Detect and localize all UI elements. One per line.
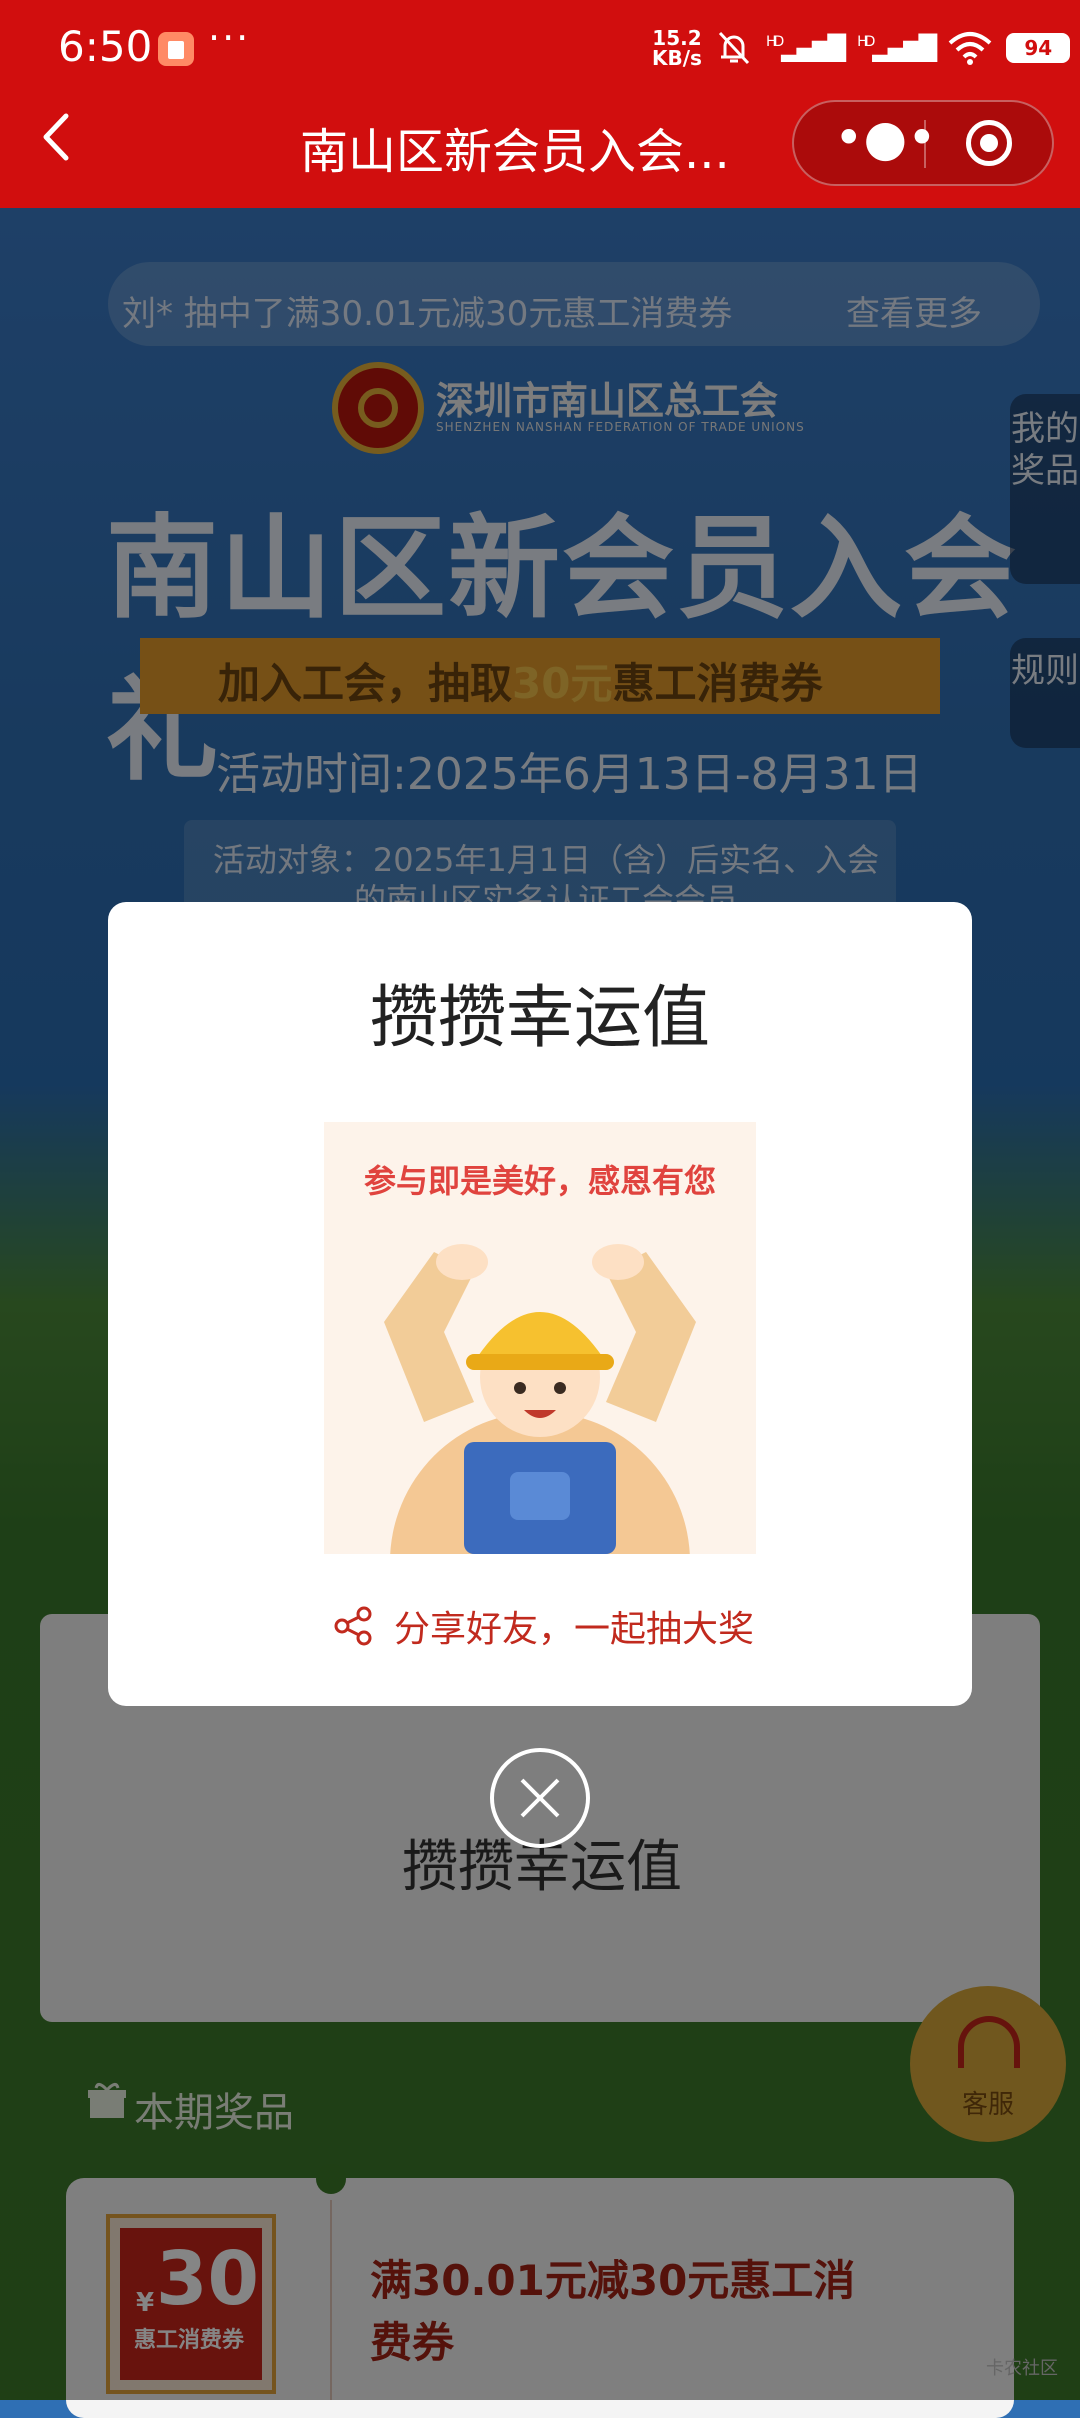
share-text: 分享好友，一起抽大奖 [394,1609,755,1650]
signal-label: HD [765,34,784,50]
battery-icon: 94 [1006,33,1071,63]
mini-program-capsule: •●• [792,100,1054,186]
net-speed-value: 15.2 [652,26,702,50]
page-title: 南山区新会员入会... [300,124,730,180]
signal-icon: HD▂▄▆█ [765,34,846,62]
close-icon [520,1778,560,1818]
modal-title: 攒攒幸运值 [369,979,710,1058]
signal-icon-2: HD▂▄▆█ [857,34,937,62]
status-icons: 15.2 KB/s HD▂▄▆█ HD▂▄▆█ 94 [652,26,1071,70]
notification-app-icon [158,32,194,66]
illustration-caption: 参与即是美好，感恩有您 [363,1162,716,1200]
net-speed-unit: KB/s [652,46,702,70]
capsule-divider [924,120,926,168]
status-time: 6:50 [58,22,153,71]
net-speed: 15.2 KB/s [652,28,702,68]
share-button[interactable]: 分享好友，一起抽大奖 [334,1600,754,1652]
close-modal-button[interactable] [490,1748,590,1848]
watermark: 卡农社区 [986,2358,1058,2379]
wifi-icon [948,32,992,65]
exit-miniprogram-icon[interactable] [966,120,1012,166]
signal-label-2: HD [857,34,875,50]
back-arrow-icon[interactable] [36,112,76,162]
more-notifications-icon: ··· [208,16,251,60]
more-dots-icon[interactable]: •●• [834,113,937,170]
mute-bell-icon [718,31,750,65]
share-icon [334,1606,372,1646]
